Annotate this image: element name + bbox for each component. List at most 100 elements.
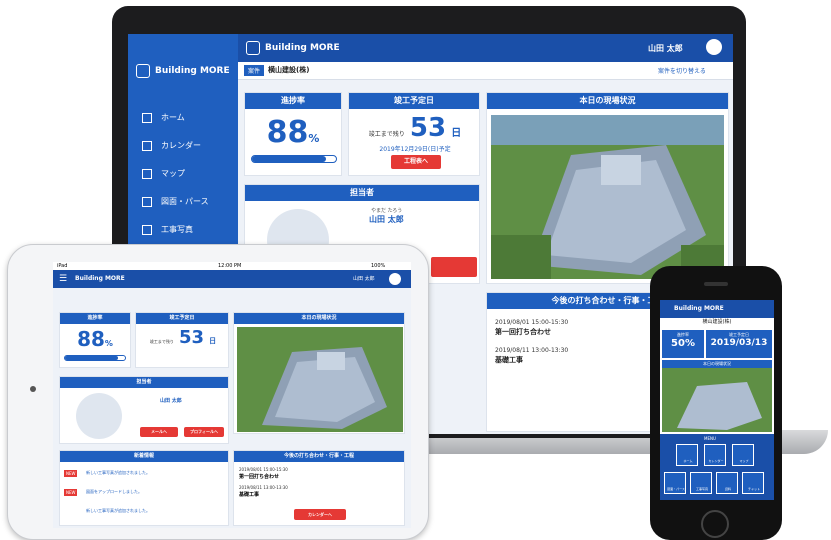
progress-title: 進捗率 bbox=[245, 93, 341, 109]
sidebar-item-home[interactable]: ホーム bbox=[142, 112, 185, 123]
site-status-card: 本日の現場状況 bbox=[486, 92, 729, 284]
schedule-item[interactable]: 基礎工事 bbox=[239, 491, 259, 498]
progress-value: 88 bbox=[266, 115, 309, 150]
site-photo-image bbox=[491, 115, 724, 279]
manager-title: 担当者 bbox=[60, 377, 228, 388]
sidebar-item-photos[interactable]: 工事写真 bbox=[142, 224, 193, 235]
tablet-screen: iPad 12:00 PM 100% ☰ Building MORE 山田 太郎… bbox=[53, 262, 411, 528]
progress-bar bbox=[64, 355, 126, 361]
brand-name[interactable]: Building MORE bbox=[674, 305, 724, 312]
menu-label: MENU bbox=[704, 436, 716, 441]
user-name[interactable]: 山田 太郎 bbox=[353, 275, 375, 282]
tile-calendar[interactable]: カレンダー bbox=[704, 444, 726, 466]
progress-bar-fill bbox=[252, 156, 326, 162]
site-status-title: 本日の現場状況 bbox=[234, 313, 404, 324]
sidebar-item-label: 図面・パース bbox=[161, 197, 209, 206]
sidebar-item-label: マップ bbox=[161, 169, 185, 178]
blueprint-icon bbox=[142, 196, 152, 207]
map-icon bbox=[142, 168, 152, 179]
avatar[interactable] bbox=[706, 39, 722, 55]
brand-name: Building MORE bbox=[155, 66, 230, 76]
tile-chat[interactable]: チャット bbox=[742, 472, 764, 494]
sidebar-item-label: 工事写真 bbox=[161, 225, 193, 234]
schedule-date: 2019/08/01 15:00-15:30 bbox=[239, 467, 288, 472]
tile-blueprint[interactable]: 図面・パース bbox=[664, 472, 686, 494]
schedule-item[interactable]: 基礎工事 bbox=[495, 355, 523, 365]
sidebar-item-blueprint[interactable]: 図面・パース bbox=[142, 196, 209, 207]
project-tag: 案件 bbox=[244, 65, 265, 76]
logo-icon bbox=[246, 41, 260, 55]
phone-screen: Building MORE 横山建設(株) 進捗率 50% 竣工予定日 2019… bbox=[660, 300, 774, 500]
completion-prefix: 竣工まで残り bbox=[368, 131, 405, 138]
manager-name: 山田 太郎 bbox=[369, 215, 404, 224]
site-status-title: 本日の現場状況 bbox=[487, 93, 728, 109]
tile-label: カレンダー bbox=[708, 459, 724, 463]
tile-label: 図面・パース bbox=[667, 487, 685, 491]
phone-home-button[interactable] bbox=[701, 510, 729, 538]
menu-icon[interactable]: ☰ bbox=[59, 274, 67, 284]
profile-button[interactable] bbox=[431, 257, 477, 277]
progress-card: 進捗率 88% bbox=[244, 92, 342, 176]
sidebar-item-calendar[interactable]: カレンダー bbox=[142, 140, 201, 151]
phone-speaker bbox=[704, 282, 728, 286]
site-photo[interactable] bbox=[491, 115, 724, 279]
completion-prefix: 竣工まで残り bbox=[149, 339, 174, 344]
tile-photos[interactable]: 工事写真 bbox=[690, 472, 712, 494]
completion-title: 竣工予定日 bbox=[136, 313, 228, 324]
tablet-completion-card: 竣工予定日 竣工まで残り 53 日 bbox=[135, 312, 229, 368]
progress-unit: % bbox=[308, 132, 320, 145]
tile-home[interactable]: ホーム bbox=[676, 444, 698, 466]
tablet-news-card: 新着情報 NEW 新しい工事写真が追加されました。 NEW 図面をアップロードしまし… bbox=[59, 450, 229, 526]
schedule-item[interactable]: 第一回打ち合わせ bbox=[239, 473, 279, 480]
sidebar-item-label: ホーム bbox=[161, 113, 185, 122]
news-item-title: 新しい工事写真が追加されました。 bbox=[86, 470, 150, 475]
project-name: 横山建設(株) bbox=[660, 318, 774, 328]
progress-value: 50% bbox=[671, 338, 695, 349]
calendar-button[interactable]: カレンダーへ bbox=[294, 509, 346, 520]
news-item[interactable]: 新しい工事写真が追加されました。 bbox=[64, 506, 226, 522]
tile-label: マップ bbox=[739, 459, 749, 463]
phone-menu: MENU ホーム カレンダー マップ 図面・パース 工事写真 資料 チャット bbox=[660, 434, 774, 500]
user-name[interactable]: 山田 太郎 bbox=[648, 43, 683, 54]
avatar[interactable] bbox=[389, 273, 401, 285]
site-photo[interactable] bbox=[237, 327, 403, 432]
tablet-progress-card: 進捗率 88% bbox=[59, 312, 131, 368]
schedule-button[interactable]: 工程表へ bbox=[391, 155, 441, 169]
schedule-date: 2019/08/01 15:00-15:30 bbox=[495, 319, 569, 326]
news-item-title: 図面をアップロードしました。 bbox=[86, 489, 142, 494]
status-battery: 100% bbox=[371, 263, 386, 269]
status-device: iPad bbox=[57, 263, 68, 269]
news-item[interactable]: NEW 新しい工事写真が追加されました。 bbox=[64, 468, 226, 484]
progress-value: 88 bbox=[77, 327, 105, 351]
site-photo-image bbox=[662, 368, 772, 432]
sidebar-brand[interactable]: Building MORE bbox=[136, 64, 230, 78]
tile-label: チャット bbox=[748, 487, 760, 491]
tile-documents[interactable]: 資料 bbox=[716, 472, 738, 494]
manager-avatar bbox=[76, 393, 122, 439]
site-photo[interactable] bbox=[662, 368, 772, 432]
top-bar: Building MORE 山田 太郎 bbox=[238, 34, 733, 62]
news-tag: NEW bbox=[64, 470, 78, 477]
photo-icon bbox=[142, 224, 152, 235]
topbar-brand[interactable]: Building MORE bbox=[246, 41, 340, 55]
phone-progress-card: 進捗率 50% bbox=[662, 330, 704, 358]
logo-icon bbox=[136, 64, 150, 78]
tablet-top-bar: ☰ Building MORE 山田 太郎 bbox=[53, 270, 411, 288]
news-tag: NEW bbox=[64, 489, 78, 496]
profile-button[interactable]: プロフィールへ bbox=[184, 427, 224, 437]
tile-map[interactable]: マップ bbox=[732, 444, 754, 466]
tablet-site-card: 本日の現場状況 bbox=[233, 312, 405, 434]
tile-label: 資料 bbox=[724, 487, 731, 491]
sidebar-item-label: カレンダー bbox=[161, 141, 201, 150]
news-item[interactable]: NEW 図面をアップロードしました。 bbox=[64, 487, 226, 503]
site-status-title: 本日の現場状況 bbox=[662, 360, 772, 368]
calendar-icon bbox=[142, 140, 152, 151]
completion-date: 2019年12月29日(日)予定 bbox=[379, 146, 451, 153]
tablet-home-button[interactable] bbox=[30, 386, 36, 392]
schedule-item[interactable]: 第一回打ち合わせ bbox=[495, 327, 551, 337]
sidebar-item-map[interactable]: マップ bbox=[142, 168, 185, 179]
switch-project-link[interactable]: 案件を切り替える bbox=[658, 66, 706, 75]
brand-name[interactable]: Building MORE bbox=[75, 275, 125, 282]
mail-button[interactable]: メールへ bbox=[140, 427, 178, 437]
manager-ruby: やまだ たろう bbox=[371, 208, 403, 214]
